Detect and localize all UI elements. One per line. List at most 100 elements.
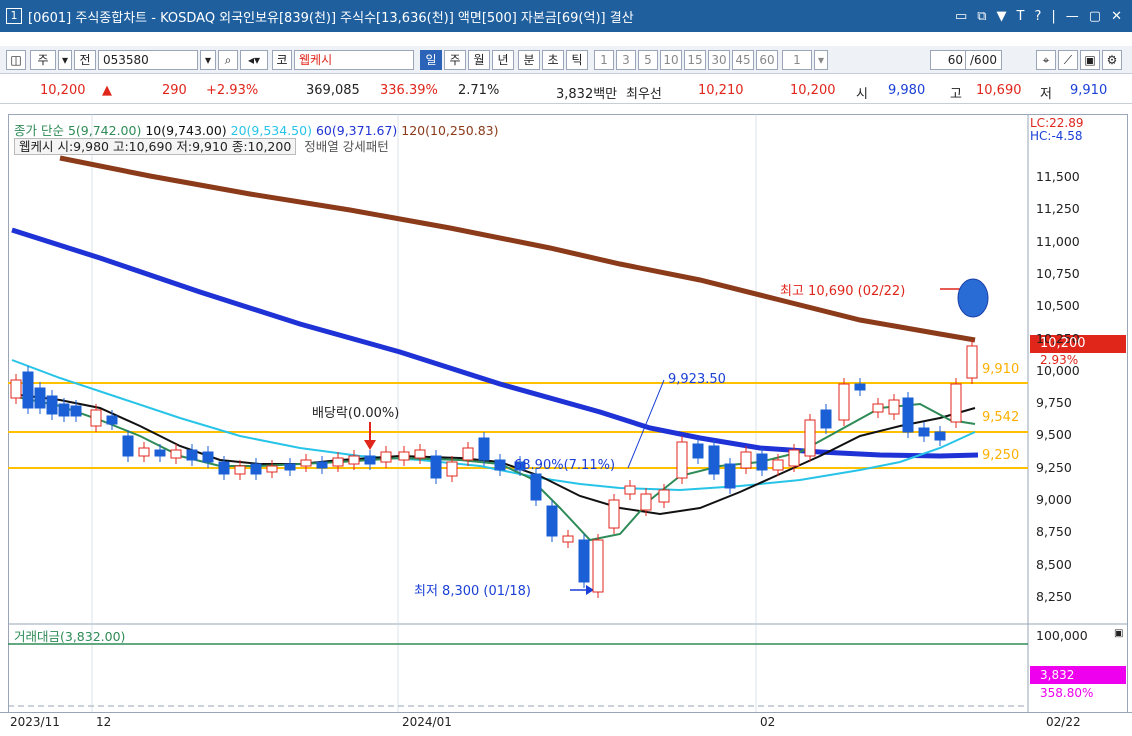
- candle-down: [186, 449, 198, 461]
- candle-down: [820, 409, 832, 429]
- x-label-2024-01: 2024/01: [402, 715, 452, 729]
- candle-up: [562, 535, 574, 543]
- level-label-9910: 9,910: [982, 362, 1020, 377]
- ma60-line: [11, 227, 979, 459]
- candle-up: [966, 345, 978, 379]
- price-tick-label: 8,250: [1036, 588, 1072, 604]
- current-pct-label: 2.93%: [1040, 353, 1079, 367]
- candle-up: [772, 459, 784, 471]
- level-label-9542: 9,542: [982, 410, 1020, 425]
- candle-down: [546, 505, 558, 537]
- candle-up: [640, 493, 652, 511]
- candle-down: [530, 473, 542, 501]
- candle-up: [624, 485, 636, 495]
- candle-up: [300, 459, 312, 467]
- price-tick-label: 11,250: [1036, 201, 1080, 217]
- trend-pct-label: 68.90%(7.11%): [514, 458, 616, 473]
- candle-up: [234, 465, 246, 475]
- candle-down: [22, 371, 34, 409]
- current-price-label: 10,200: [1040, 336, 1086, 351]
- candle-down: [934, 431, 946, 441]
- low-annotation: 최저 8,300 (01/18): [414, 584, 532, 599]
- trend-value-label: 9,923.50: [668, 372, 726, 387]
- candle-up: [804, 419, 816, 457]
- dividend-annotation: 배당락(0.00%): [312, 406, 400, 421]
- candle-down: [316, 461, 328, 469]
- x-axis: 2023/11 12 2024/01 02 02/22: [0, 712, 1132, 736]
- price-tick-label: 9,000: [1036, 492, 1072, 507]
- candle-down: [494, 459, 506, 471]
- price-tick-label: 9,500: [1036, 427, 1072, 443]
- candle-down: [250, 463, 262, 475]
- candle-up: [676, 441, 688, 479]
- candle-down: [106, 415, 118, 425]
- candle-up: [740, 451, 752, 469]
- candle-down: [724, 463, 736, 489]
- candle-up: [592, 539, 604, 593]
- volume-legend: 거래대금(3,832.00): [14, 629, 126, 644]
- candle-up: [608, 499, 620, 529]
- candle-down: [692, 443, 704, 459]
- volume-ratio-label: 358.80%: [1040, 686, 1094, 700]
- candle-down: [364, 455, 376, 465]
- dividend-arrow-head: [364, 440, 376, 450]
- price-tick-label: 8,500: [1036, 556, 1072, 572]
- candle-down: [34, 387, 46, 409]
- candle-up: [266, 465, 278, 473]
- pattern-label: 정배열 강세패턴: [304, 139, 389, 154]
- price-tick-label: 11,500: [1036, 169, 1080, 184]
- price-tick-label: 11,000: [1036, 233, 1080, 249]
- candle-down: [578, 539, 590, 583]
- high-marker: [957, 278, 989, 318]
- candle-down: [218, 461, 230, 475]
- x-label-2023-11: 2023/11: [10, 715, 60, 729]
- stock-legend: 웹케시 시:9,980 고:10,690 저:9,910 종:10,200 정배…: [14, 136, 389, 155]
- candle-down: [430, 455, 442, 479]
- level-label-9250: 9,250: [982, 448, 1020, 463]
- candle-down: [756, 453, 768, 471]
- candle-up: [170, 449, 182, 459]
- candle-up: [872, 403, 884, 413]
- price-tick-label: 8,750: [1036, 524, 1072, 540]
- candle-down: [46, 395, 58, 415]
- candle-up: [462, 447, 474, 461]
- candle-up: [348, 455, 360, 465]
- lc-hc-readout: LC:22.89 HC:-4.58: [1030, 117, 1083, 143]
- candle-up: [446, 461, 458, 477]
- ma120-line: [59, 155, 976, 343]
- candle-up: [138, 447, 150, 457]
- candlestick-chart[interactable]: [0, 0, 1132, 736]
- candle-down: [708, 445, 720, 475]
- candle-up: [788, 449, 800, 467]
- candle-down: [202, 451, 214, 463]
- x-label-12: 12: [96, 715, 112, 729]
- candle-down: [122, 435, 134, 457]
- candle-down: [918, 427, 930, 437]
- candle-down: [478, 437, 490, 461]
- candle-down: [902, 397, 914, 433]
- legend-ma120: 120(10,250.83): [401, 123, 499, 138]
- candle-up: [658, 489, 670, 503]
- price-tick-label: 10,500: [1036, 298, 1080, 314]
- volume-axis-top: 100,000: [1036, 628, 1088, 643]
- stock-ohlc-box: 웹케시 시:9,980 고:10,690 저:9,910 종:10,200: [14, 138, 297, 155]
- volume-current-label: 3,832: [1040, 668, 1075, 682]
- candle-down: [70, 405, 82, 417]
- candle-up: [398, 451, 410, 461]
- candle-down: [154, 449, 166, 457]
- price-tick-label: 9,750: [1036, 395, 1072, 411]
- hc-value: HC:-4.58: [1030, 129, 1083, 143]
- expand-icon[interactable]: ▣: [1114, 628, 1123, 639]
- price-tick-label: 10,750: [1036, 265, 1080, 281]
- candle-up: [838, 383, 850, 421]
- candle-down: [854, 383, 866, 391]
- x-label-02: 02: [760, 715, 776, 729]
- candle-up: [888, 399, 900, 415]
- candle-up: [380, 451, 392, 463]
- candle-up: [950, 383, 962, 423]
- candle-up: [90, 409, 102, 427]
- price-tick-label: 9,250: [1036, 459, 1072, 475]
- candle-up: [10, 379, 22, 399]
- high-annotation: 최고 10,690 (02/22): [780, 284, 906, 299]
- candle-down: [284, 463, 296, 471]
